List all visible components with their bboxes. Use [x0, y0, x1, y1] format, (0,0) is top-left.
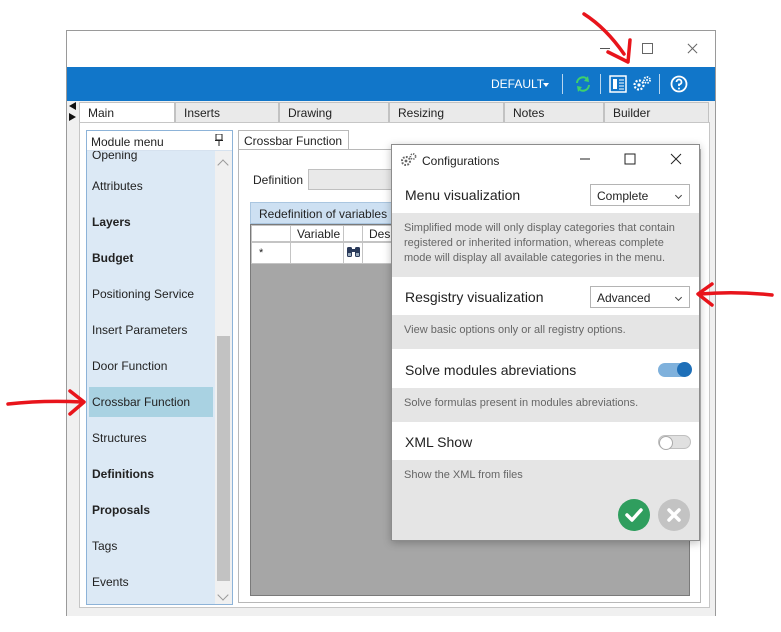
- xml-show-row: XML Show: [392, 424, 699, 460]
- menu-item-budget[interactable]: Budget: [89, 243, 213, 273]
- menu-item-layers[interactable]: Layers: [89, 207, 213, 237]
- dialog-title: Configurations: [422, 154, 500, 168]
- solve-abbreviations-description-box: Solve formulas present in modules abrevi…: [392, 388, 699, 422]
- tab-notes[interactable]: Notes: [504, 102, 604, 123]
- solve-abbreviations-row: Solve modules abreviations: [392, 352, 699, 388]
- dialog-footer: [392, 487, 699, 540]
- close-button[interactable]: [679, 37, 705, 59]
- definition-label: Definition: [253, 173, 304, 187]
- module-menu-panel: Module menu Opening Attributes Layers Bu…: [86, 130, 233, 605]
- tab-inserts[interactable]: Inserts: [175, 102, 279, 123]
- profile-dropdown[interactable]: DEFAULT: [491, 77, 544, 91]
- menu-item-positioning-service[interactable]: Positioning Service: [89, 279, 213, 309]
- main-toolbar: DEFAULT: [67, 67, 715, 101]
- settings-gears-icon[interactable]: [631, 73, 653, 95]
- registry-visualization-description: View basic options only or all registry …: [404, 324, 626, 336]
- scrollbar-thumb[interactable]: [217, 336, 230, 581]
- screenshot-stage: DEFAULT Main Inserts Drawing Resizing No…: [0, 0, 781, 632]
- solve-abbreviations-toggle[interactable]: [658, 362, 692, 377]
- toolbar-divider: [562, 74, 563, 94]
- annotation-arrow-registry: [696, 282, 774, 307]
- grid-row-header: [251, 225, 291, 242]
- scroll-down-icon[interactable]: [217, 589, 229, 601]
- solve-abbreviations-description: Solve formulas present in modules abrevi…: [404, 397, 639, 409]
- grid-header-search: [343, 225, 363, 242]
- menu-item-events[interactable]: Events: [89, 567, 213, 597]
- chevron-down-icon: [543, 83, 549, 87]
- menu-visualization-select[interactable]: Complete: [590, 184, 690, 206]
- pin-icon[interactable]: [215, 133, 223, 149]
- xml-show-label: XML Show: [405, 434, 473, 450]
- settings-gears-icon: [400, 152, 417, 171]
- refresh-icon[interactable]: [572, 73, 594, 95]
- help-icon[interactable]: [668, 73, 690, 95]
- new-row-marker: *: [251, 242, 291, 264]
- registry-visualization-select[interactable]: Advanced: [590, 286, 690, 308]
- dialog-maximize-button[interactable]: [620, 151, 640, 167]
- menu-item-opening[interactable]: Opening: [89, 151, 213, 170]
- checkmark-icon: [625, 508, 643, 522]
- annotation-arrow-menu: [6, 389, 86, 416]
- menu-visualization-row: Menu visualization Complete: [392, 177, 699, 213]
- side-panel-toggle[interactable]: [68, 101, 78, 123]
- annotation-arrow-settings: [582, 12, 632, 64]
- menu-item-proposals[interactable]: Proposals: [89, 495, 213, 525]
- tab-builder[interactable]: Builder: [604, 102, 709, 123]
- toolbar-divider: [600, 74, 601, 94]
- grid-header-description[interactable]: Des: [362, 225, 392, 242]
- menu-item-attributes[interactable]: Attributes: [89, 171, 213, 201]
- menu-item-tags[interactable]: Tags: [89, 531, 213, 561]
- cancel-x-icon: [667, 508, 681, 522]
- solve-abbreviations-label: Solve modules abreviations: [405, 362, 577, 378]
- confirm-button[interactable]: [618, 499, 650, 531]
- menu-item-definitions[interactable]: Definitions: [89, 459, 213, 489]
- menu-visualization-label: Menu visualization: [405, 187, 521, 203]
- dialog-close-button[interactable]: [666, 151, 686, 167]
- menu-item-crossbar-function[interactable]: Crossbar Function: [89, 387, 213, 417]
- xml-show-description: Show the XML from files: [404, 469, 523, 481]
- tab-crossbar-function[interactable]: Crossbar Function: [238, 130, 350, 150]
- xml-show-description-box: Show the XML from files: [392, 460, 699, 490]
- grid-header-variable[interactable]: Variable: [290, 225, 344, 242]
- registry-visualization-label: Resgistry visualization: [405, 289, 544, 305]
- menu-item-structures[interactable]: Structures: [89, 423, 213, 453]
- tab-main[interactable]: Main: [79, 102, 175, 124]
- menu-item-door-function[interactable]: Door Function: [89, 351, 213, 381]
- tab-drawing[interactable]: Drawing: [279, 102, 389, 123]
- dialog-minimize-button[interactable]: [575, 151, 595, 167]
- binoculars-icon[interactable]: [343, 242, 363, 264]
- scroll-up-icon[interactable]: [217, 159, 229, 171]
- module-menu-title: Module menu: [91, 135, 164, 149]
- module-menu-scrollbar[interactable]: [215, 151, 232, 604]
- module-menu-list: Opening Attributes Layers Budget Positio…: [87, 151, 215, 604]
- description-cell[interactable]: [362, 242, 392, 264]
- cancel-button[interactable]: [658, 499, 690, 531]
- menu-visualization-description-box: Simplified mode will only display catego…: [392, 213, 699, 277]
- toolbar-divider: [659, 74, 660, 94]
- tab-redefinition-of-variables[interactable]: Redefinition of variables: [250, 202, 410, 224]
- menu-item-insert-parameters[interactable]: Insert Parameters: [89, 315, 213, 345]
- module-menu-header: Module menu: [87, 131, 232, 151]
- xml-show-toggle[interactable]: [658, 435, 691, 450]
- tab-resizing[interactable]: Resizing: [389, 102, 504, 123]
- variable-cell[interactable]: [290, 242, 344, 264]
- configurations-dialog: Configurations Menu visualization Comple…: [391, 144, 700, 541]
- layout-icon[interactable]: [607, 73, 629, 95]
- registry-visualization-description-box: View basic options only or all registry …: [392, 315, 699, 349]
- registry-visualization-row: Resgistry visualization Advanced: [392, 279, 699, 315]
- menu-visualization-description: Simplified mode will only display catego…: [404, 222, 675, 264]
